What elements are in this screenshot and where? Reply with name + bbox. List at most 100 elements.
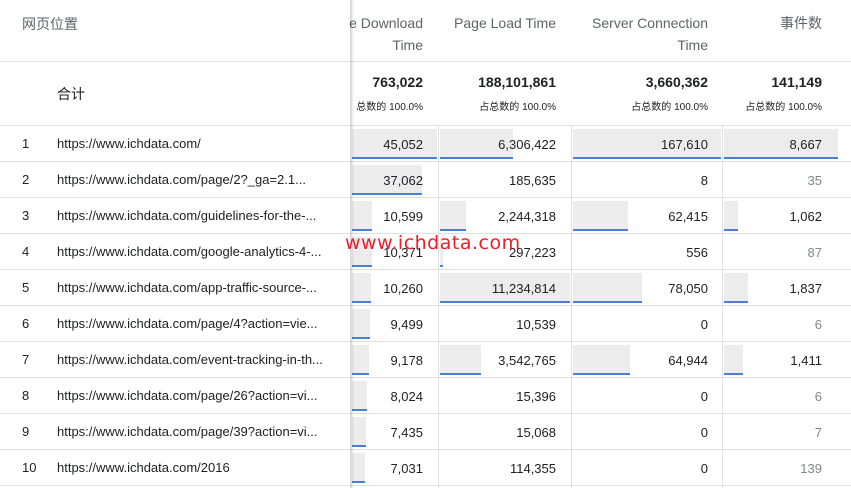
total-pct-events: 占总数的 100.0% (745, 102, 822, 113)
cell-bar-line (440, 229, 466, 231)
watermark: www.ichdata.com (345, 232, 521, 254)
cell-page-load-time: 114,355 (509, 461, 556, 476)
cell-bar-line (440, 373, 481, 375)
row-divider (0, 269, 851, 270)
cell-server-connection: 62,415 (668, 209, 708, 224)
row-divider (0, 305, 851, 306)
cell-server-connection: 0 (700, 461, 708, 476)
cell-download-time: 7,435 (390, 425, 423, 440)
cell-server-connection: 556 (686, 245, 708, 260)
cell-page-load-time: 11,234,814 (491, 281, 556, 296)
cell-bar-line (724, 229, 738, 231)
cell-download-time: 10,599 (383, 209, 423, 224)
cell-bar-line (352, 409, 367, 411)
cell-server-connection: 0 (700, 317, 708, 332)
header-page-load-time[interactable]: Page Load Time (440, 12, 556, 34)
cell-page-load-time: 10,539 (516, 317, 556, 332)
cell-bar-line (573, 373, 630, 375)
row-number: 4 (22, 244, 30, 259)
header-page-location[interactable]: 网页位置 (22, 14, 78, 34)
cell-event-count: 1,411 (790, 353, 822, 368)
row-number: 8 (22, 388, 30, 403)
cell-bar-line (352, 445, 366, 447)
cell-bar-line (352, 373, 369, 375)
cell-download-time: 9,178 (390, 353, 423, 368)
row-number: 5 (22, 280, 30, 295)
cell-server-connection: 0 (700, 389, 708, 404)
row-number: 9 (22, 424, 30, 439)
cell-event-count: 7 (814, 425, 822, 440)
column-divider (438, 126, 439, 488)
cell-download-time: 9,499 (390, 317, 423, 332)
header-page-load-time-line1: Page Load Time (454, 15, 556, 31)
header-event-count[interactable]: 事件数 (725, 12, 822, 34)
row-divider (0, 485, 851, 486)
cell-bar-line (724, 157, 838, 159)
total-server-connection: 3,660,362 (645, 74, 708, 90)
cell-download-time: 45,052 (383, 137, 423, 152)
row-divider (0, 377, 851, 378)
cell-bar-line (573, 157, 721, 159)
totals-label: 合计 (57, 86, 85, 102)
cell-page-load-time: 2,244,318 (498, 209, 556, 224)
cell-server-connection: 167,610 (661, 137, 708, 152)
cell-download-time: 8,024 (390, 389, 423, 404)
totals-divider (0, 125, 851, 126)
cell-bar-line (352, 301, 371, 303)
header-server-connection-time[interactable]: Server Connection Time (575, 12, 708, 56)
cell-page-load-time: 6,306,422 (498, 137, 556, 152)
total-pct-page-load: 占总数的 100.0% (479, 102, 556, 113)
report-table: 网页位置 e Download Time Page Load Time Serv… (0, 0, 851, 488)
cell-bar-line (352, 265, 372, 267)
cell-bar-line (352, 193, 422, 195)
row-number: 7 (22, 352, 30, 367)
row-number: 10 (22, 460, 37, 475)
row-number: 6 (22, 316, 30, 331)
cell-server-connection: 0 (700, 425, 708, 440)
cell-download-time: 10,260 (383, 281, 423, 296)
cell-download-time: 7,031 (390, 461, 423, 476)
cell-event-count: 1,837 (789, 281, 822, 296)
cell-event-count: 87 (807, 245, 822, 260)
row-divider (0, 197, 851, 198)
cell-bar-line (573, 301, 642, 303)
cell-bar-line (352, 157, 437, 159)
cell-bar-line (440, 157, 513, 159)
row-divider (0, 161, 851, 162)
column-divider (722, 126, 723, 488)
cell-event-count: 8,667 (789, 137, 822, 152)
row-divider (0, 449, 851, 450)
cell-server-connection: 78,050 (668, 281, 708, 296)
row-number: 3 (22, 208, 30, 223)
total-page-load-time: 188,101,861 (478, 74, 556, 90)
total-pct-server: 占总数的 100.0% (631, 102, 708, 113)
cell-page-load-time: 15,396 (516, 389, 556, 404)
cell-server-connection: 64,944 (668, 353, 708, 368)
cell-bar-line (573, 229, 628, 231)
cell-event-count: 35 (807, 173, 822, 188)
header-event-count-line1: 事件数 (780, 15, 822, 31)
cell-page-load-time: 3,542,765 (498, 353, 556, 368)
cell-bar-line (440, 265, 443, 267)
header-server-connection-line1: Server Connection (592, 15, 708, 31)
cell-page-load-time: 185,635 (509, 173, 556, 188)
cell-event-count: 1,062 (789, 209, 822, 224)
cell-download-time: 37,062 (383, 173, 423, 188)
total-event-count: 141,149 (771, 74, 822, 90)
cell-bar-line (352, 229, 372, 231)
cell-bar-line (440, 301, 570, 303)
cell-bar-line (724, 301, 748, 303)
row-number: 1 (22, 136, 30, 151)
row-number: 2 (22, 172, 30, 187)
column-divider (571, 126, 572, 488)
header-server-connection-line2: Time (677, 37, 708, 53)
cell-event-count: 6 (814, 317, 822, 332)
row-divider (0, 341, 851, 342)
cell-page-load-time: 15,068 (516, 425, 556, 440)
cell-bar-line (352, 337, 370, 339)
cell-bar-line (724, 373, 743, 375)
row-divider (0, 413, 851, 414)
cell-event-count: 6 (814, 389, 822, 404)
cell-server-connection: 8 (700, 173, 708, 188)
cell-event-count: 139 (800, 461, 822, 476)
